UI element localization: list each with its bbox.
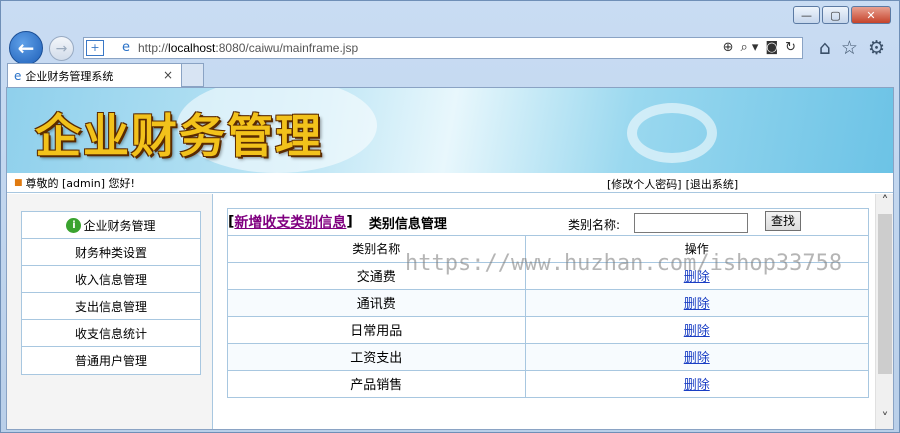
banner-swirl-decoration bbox=[627, 103, 717, 163]
refresh-icon[interactable]: ↻ bbox=[785, 40, 796, 55]
window-controls: — ▢ ✕ bbox=[793, 6, 891, 24]
info-check-icon: i bbox=[66, 217, 82, 233]
category-name-cell: 工资支出 bbox=[228, 342, 526, 370]
search-label: 类别名称: bbox=[568, 218, 621, 232]
banner-title: 企业财务管理 bbox=[35, 109, 323, 163]
delete-link[interactable]: 删除 bbox=[684, 378, 710, 393]
close-window-button[interactable]: ✕ bbox=[851, 6, 891, 24]
url-text[interactable]: http://localhost:8080/caiwu/mainframe.js… bbox=[138, 41, 358, 55]
delete-link[interactable]: 删除 bbox=[684, 324, 710, 339]
sidebar-item-users[interactable]: 普通用户管理 bbox=[22, 347, 200, 374]
sidebar-item-statistics[interactable]: 收支信息统计 bbox=[22, 320, 200, 347]
table-row: 交通费 删除 bbox=[228, 261, 868, 289]
action-cell: 删除 bbox=[525, 369, 868, 397]
action-cell: 删除 bbox=[525, 261, 868, 289]
tab-title: 企业财务管理系统 bbox=[25, 69, 114, 83]
feed-icon[interactable]: ◙ bbox=[765, 40, 778, 55]
tab-bar: e 企业财务管理系统 × bbox=[1, 63, 899, 87]
delete-link[interactable]: 删除 bbox=[684, 351, 710, 366]
scroll-thumb[interactable] bbox=[878, 214, 892, 374]
ie-page-icon: e bbox=[122, 40, 130, 55]
settings-gear-icon[interactable]: ⚙ bbox=[868, 37, 885, 59]
add-category-link[interactable]: 新增收支类别信息 bbox=[234, 212, 346, 232]
greeting-text: 尊敬的 [admin] 您好! bbox=[25, 176, 135, 190]
category-name-cell: 通讯费 bbox=[228, 288, 526, 316]
url-host: localhost bbox=[168, 41, 216, 55]
bracket-close: ] bbox=[346, 214, 353, 230]
scroll-up-arrow-icon[interactable]: ˄ bbox=[876, 194, 893, 214]
category-panel: [ 新增收支类别信息 ] 类别信息管理 类别名称: 查找 类别名称 操作 交通费… bbox=[227, 208, 869, 398]
forward-button[interactable]: → bbox=[49, 36, 74, 61]
back-button[interactable]: ← bbox=[9, 31, 43, 65]
sidebar-item-income[interactable]: 收入信息管理 bbox=[22, 266, 200, 293]
page-content: 企业财务管理 ■ 尊敬的 [admin] 您好! [修改个人密码] [退出系统] … bbox=[6, 87, 894, 430]
minimize-button[interactable]: — bbox=[793, 6, 820, 24]
ie-tab-icon: e bbox=[14, 68, 22, 83]
sidebar-menu: i 企业财务管理 财务种类设置 收入信息管理 支出信息管理 收支信息统计 普通用… bbox=[21, 211, 201, 375]
user-links: [修改个人密码] [退出系统] bbox=[607, 176, 742, 192]
search-dropdown-icon[interactable]: ⌕ ▾ bbox=[741, 40, 759, 55]
home-icon[interactable]: ⌂ bbox=[819, 37, 831, 59]
category-name-cell: 交通费 bbox=[228, 261, 526, 289]
action-cell: 删除 bbox=[525, 288, 868, 316]
table-row: 日常用品 删除 bbox=[228, 315, 868, 343]
category-name-cell: 产品销售 bbox=[228, 369, 526, 397]
security-icon[interactable]: ⊕ bbox=[723, 40, 734, 55]
panel-header: [ 新增收支类别信息 ] 类别信息管理 类别名称: 查找 bbox=[228, 209, 868, 236]
navigation-bar: ← → + e http://localhost:8080/caiwu/main… bbox=[1, 29, 899, 65]
title-bar: — ▢ ✕ bbox=[1, 1, 899, 31]
column-header-name: 类别名称 bbox=[228, 236, 526, 262]
action-cell: 删除 bbox=[525, 342, 868, 370]
sidebar-item-expense[interactable]: 支出信息管理 bbox=[22, 293, 200, 320]
table-header-row: 类别名称 操作 bbox=[228, 236, 868, 262]
browser-window: — ▢ ✕ ← → + e http://localhost:8080/caiw… bbox=[0, 0, 900, 433]
url-prefix: http:// bbox=[138, 41, 169, 55]
bullet-icon: ■ bbox=[14, 177, 23, 188]
category-table: 类别名称 操作 交通费 删除 通讯费 删除 日常用品 删除 工资支出 删除 产品… bbox=[228, 236, 868, 397]
sidebar-header-label: 企业财务管理 bbox=[83, 218, 156, 233]
table-row: 工资支出 删除 bbox=[228, 342, 868, 370]
delete-link[interactable]: 删除 bbox=[684, 270, 710, 285]
delete-link[interactable]: 删除 bbox=[684, 297, 710, 312]
column-header-action: 操作 bbox=[684, 242, 709, 257]
user-bar: ■ 尊敬的 [admin] 您好! [修改个人密码] [退出系统] bbox=[7, 173, 893, 193]
address-bar-icons: ⊕ ⌕ ▾ ◙ ↻ bbox=[723, 40, 796, 55]
scroll-down-arrow-icon[interactable]: ˅ bbox=[876, 411, 893, 429]
panel-title: 类别信息管理 bbox=[368, 216, 447, 232]
sidebar-item-category-settings[interactable]: 财务种类设置 bbox=[22, 239, 200, 266]
logout-link[interactable]: [退出系统] bbox=[686, 178, 739, 191]
url-path: :8080/caiwu/mainframe.jsp bbox=[215, 41, 359, 55]
sidebar: i 企业财务管理 财务种类设置 收入信息管理 支出信息管理 收支信息统计 普通用… bbox=[7, 194, 213, 429]
search-input[interactable] bbox=[634, 213, 748, 233]
vertical-scrollbar[interactable]: ˄ ˅ bbox=[875, 194, 893, 429]
browser-tab-active[interactable]: e 企业财务管理系统 × bbox=[7, 63, 182, 87]
change-password-link[interactable]: [修改个人密码] bbox=[607, 178, 682, 191]
tab-close-icon[interactable]: × bbox=[163, 68, 173, 82]
sidebar-header: i 企业财务管理 bbox=[22, 212, 200, 239]
category-name-cell: 日常用品 bbox=[228, 315, 526, 343]
search-button[interactable]: 查找 bbox=[765, 211, 801, 231]
address-bar[interactable]: + e http://localhost:8080/caiwu/mainfram… bbox=[83, 37, 803, 59]
main-area: [ 新增收支类别信息 ] 类别信息管理 类别名称: 查找 类别名称 操作 交通费… bbox=[214, 194, 874, 429]
compatibility-view-icon[interactable]: + bbox=[86, 40, 104, 56]
table-row: 产品销售 删除 bbox=[228, 369, 868, 397]
browser-tools: ⌂ ☆ ⚙ bbox=[819, 37, 885, 59]
header-banner: 企业财务管理 bbox=[7, 88, 893, 173]
favorites-star-icon[interactable]: ☆ bbox=[841, 37, 858, 59]
maximize-button[interactable]: ▢ bbox=[822, 6, 849, 24]
table-row: 通讯费 删除 bbox=[228, 288, 868, 316]
action-cell: 删除 bbox=[525, 315, 868, 343]
new-tab-button[interactable] bbox=[182, 63, 204, 87]
